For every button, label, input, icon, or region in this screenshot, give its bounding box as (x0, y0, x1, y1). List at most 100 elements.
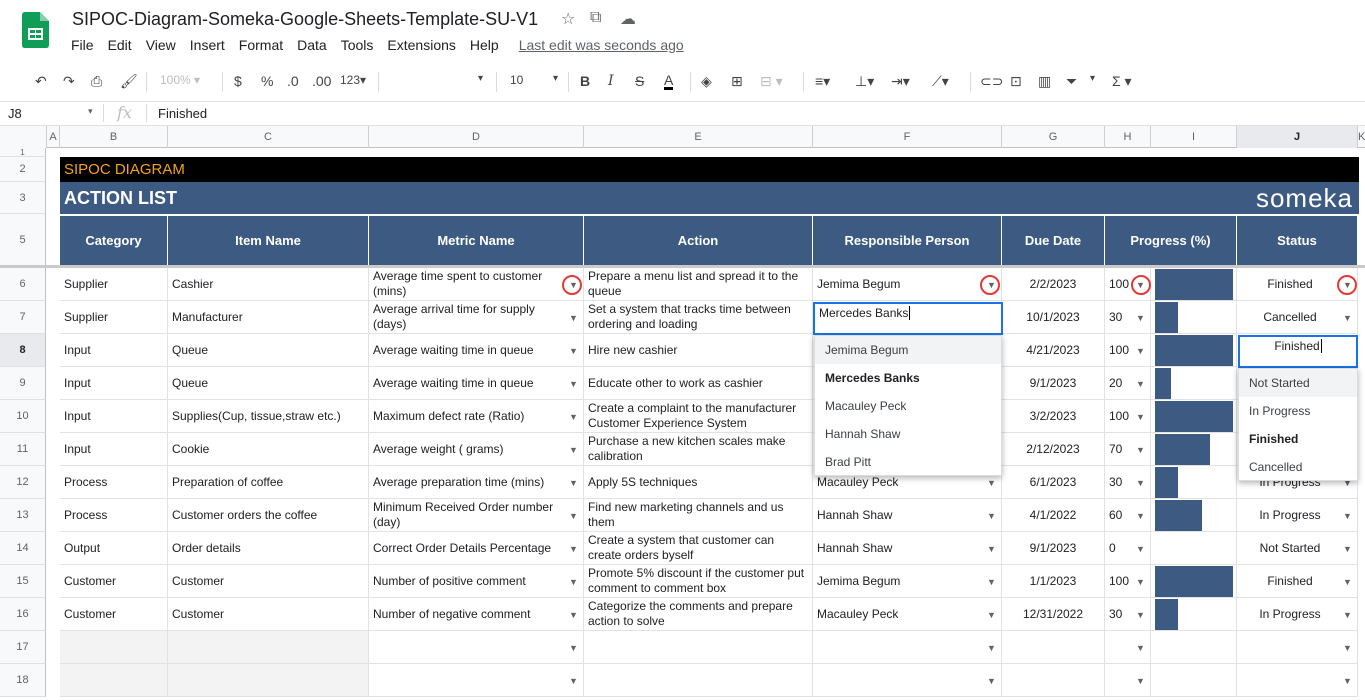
filter-icon[interactable]: ⏷ (1066, 73, 1077, 90)
increase-decimal-button[interactable]: .00 (312, 73, 331, 89)
column-header-g[interactable]: G (1002, 126, 1105, 148)
filter-views-dropdown-icon[interactable]: ▾ (1090, 73, 1095, 84)
metric-name-cell[interactable]: Average waiting time in queue (369, 367, 584, 400)
item-name-cell[interactable]: Preparation of coffee (168, 466, 369, 499)
decrease-decimal-button[interactable]: .0 (287, 73, 299, 89)
print-icon[interactable]: ⎙ (91, 73, 102, 90)
row-header-15[interactable]: 15 (0, 565, 46, 598)
insert-link-icon[interactable]: ⊂⊃ (980, 73, 1003, 90)
dropdown-arrow-icon[interactable]: ▼ (569, 346, 578, 356)
due-date-cell[interactable]: 4/1/2022 (1002, 499, 1105, 532)
status-cell[interactable]: In Progress (1237, 598, 1358, 631)
move-folder-icon[interactable]: ⧉ (590, 9, 601, 27)
menu-edit[interactable]: Edit (108, 37, 132, 57)
item-name-cell[interactable]: Customer orders the coffee (168, 499, 369, 532)
category-cell[interactable]: Input (60, 367, 168, 400)
metric-name-cell[interactable]: Number of positive comment (369, 565, 584, 598)
item-name-cell[interactable]: Supplies(Cup, tissue,straw etc.) (168, 400, 369, 433)
metric-name-cell[interactable]: Average time spent to customer (mins) (369, 268, 584, 301)
category-cell[interactable]: Input (60, 433, 168, 466)
dropdown-arrow-icon[interactable]: ▼ (987, 643, 996, 653)
category-cell[interactable]: Process (60, 466, 168, 499)
row-header-10[interactable]: 10 (0, 400, 46, 433)
person-option-mercedes[interactable]: Mercedes Banks (815, 364, 1001, 392)
item-name-cell[interactable]: Customer (168, 565, 369, 598)
responsible-person-cell[interactable]: Jemima Begum (813, 268, 1002, 301)
dropdown-arrow-icon[interactable]: ▼ (1136, 511, 1145, 521)
due-date-cell[interactable] (1002, 631, 1105, 664)
person-option-brad[interactable]: Brad Pitt (815, 448, 1001, 476)
text-wrapping-icon[interactable]: ⇥▾ (891, 73, 910, 90)
action-cell[interactable]: Promote 5% discount if the customer put … (584, 565, 813, 598)
row-header-3[interactable]: 3 (0, 182, 46, 214)
dropdown-arrow-icon[interactable]: ▼ (1136, 379, 1145, 389)
status-cell[interactable]: Cancelled (1237, 301, 1358, 334)
row-header-2[interactable]: 2 (0, 157, 46, 182)
due-date-cell[interactable]: 2/12/2023 (1002, 433, 1105, 466)
dropdown-arrow-icon[interactable]: ▼ (569, 610, 578, 620)
category-cell[interactable]: Input (60, 334, 168, 367)
responsible-person-cell[interactable]: Hannah Shaw (813, 499, 1002, 532)
action-cell[interactable]: Set a system that tracks time between or… (584, 301, 813, 334)
status-option-cancelled[interactable]: Cancelled (1239, 453, 1357, 481)
row-header-1[interactable]: 1 (0, 148, 46, 157)
due-date-cell[interactable] (1002, 664, 1105, 697)
dropdown-arrow-icon[interactable]: ▼ (569, 544, 578, 554)
row-header-11[interactable]: 11 (0, 433, 46, 466)
status-cell[interactable]: In Progress (1237, 499, 1358, 532)
column-header-b[interactable]: B (60, 126, 168, 148)
due-date-cell[interactable]: 1/1/2023 (1002, 565, 1105, 598)
row-header-12[interactable]: 12 (0, 466, 46, 499)
category-cell[interactable]: Customer (60, 598, 168, 631)
dropdown-arrow-icon[interactable]: ▼ (569, 445, 578, 455)
column-header-h[interactable]: H (1105, 126, 1151, 148)
dropdown-arrow-icon[interactable]: ▼ (1136, 478, 1145, 488)
item-name-cell[interactable]: Cookie (168, 433, 369, 466)
progress-bar-cell[interactable] (1151, 631, 1237, 664)
currency-button[interactable]: $ (234, 73, 242, 89)
due-date-cell[interactable]: 3/2/2023 (1002, 400, 1105, 433)
dropdown-arrow-icon[interactable]: ▼ (1136, 544, 1145, 554)
category-cell[interactable]: Customer (60, 565, 168, 598)
person-option-hannah[interactable]: Hannah Shaw (815, 420, 1001, 448)
dropdown-arrow-icon[interactable]: ▼ (1136, 445, 1145, 455)
formula-input[interactable]: Finished (158, 106, 207, 121)
dropdown-arrow-icon[interactable]: ▼ (1343, 610, 1352, 620)
merge-cells-icon[interactable]: ⊟ ▾ (760, 73, 783, 90)
dropdown-arrow-icon[interactable]: ▼ (987, 544, 996, 554)
item-name-cell[interactable]: Queue (168, 334, 369, 367)
select-all-corner[interactable] (0, 126, 47, 148)
star-icon[interactable]: ☆ (561, 9, 575, 29)
undo-icon[interactable]: ↶ (35, 73, 47, 90)
column-header-i[interactable]: I (1151, 126, 1237, 148)
menu-view[interactable]: View (146, 37, 176, 57)
metric-name-cell[interactable]: Maximum defect rate (Ratio) (369, 400, 584, 433)
dropdown-arrow-icon[interactable]: ▼ (1343, 511, 1352, 521)
metric-name-cell[interactable] (369, 631, 584, 664)
action-cell[interactable]: Hire new cashier (584, 334, 813, 367)
action-cell[interactable]: Prepare a menu list and spread it to the… (584, 268, 813, 301)
dropdown-arrow-icon[interactable]: ▼ (569, 379, 578, 389)
action-cell[interactable] (584, 664, 813, 697)
fill-color-icon[interactable]: ◈ (701, 73, 712, 90)
document-title[interactable]: SIPOC-Diagram-Someka-Google-Sheets-Templ… (72, 9, 538, 30)
column-header-j[interactable]: J (1237, 126, 1358, 148)
item-name-cell[interactable]: Customer (168, 598, 369, 631)
menu-file[interactable]: File (71, 37, 94, 57)
metric-name-cell[interactable]: Minimum Received Order number (day) (369, 499, 584, 532)
row-header-8[interactable]: 8 (0, 334, 46, 367)
action-cell[interactable]: Create a complaint to the manufacturer C… (584, 400, 813, 433)
menu-help[interactable]: Help (470, 37, 499, 57)
person-cell-editor[interactable]: Mercedes Banks (813, 302, 1003, 335)
action-cell[interactable]: Create a system that customer can create… (584, 532, 813, 565)
responsible-person-cell[interactable] (813, 631, 1002, 664)
item-name-cell[interactable] (168, 664, 369, 697)
metric-name-cell[interactable]: Average weight ( grams) (369, 433, 584, 466)
category-cell[interactable]: Output (60, 532, 168, 565)
italic-button[interactable]: I (608, 73, 614, 89)
sheets-logo-icon[interactable] (22, 12, 49, 48)
dropdown-arrow-icon[interactable]: ▼ (1136, 643, 1145, 653)
due-date-cell[interactable]: 10/1/2023 (1002, 301, 1105, 334)
status-option-finished[interactable]: Finished (1239, 425, 1357, 453)
due-date-cell[interactable]: 6/1/2023 (1002, 466, 1105, 499)
